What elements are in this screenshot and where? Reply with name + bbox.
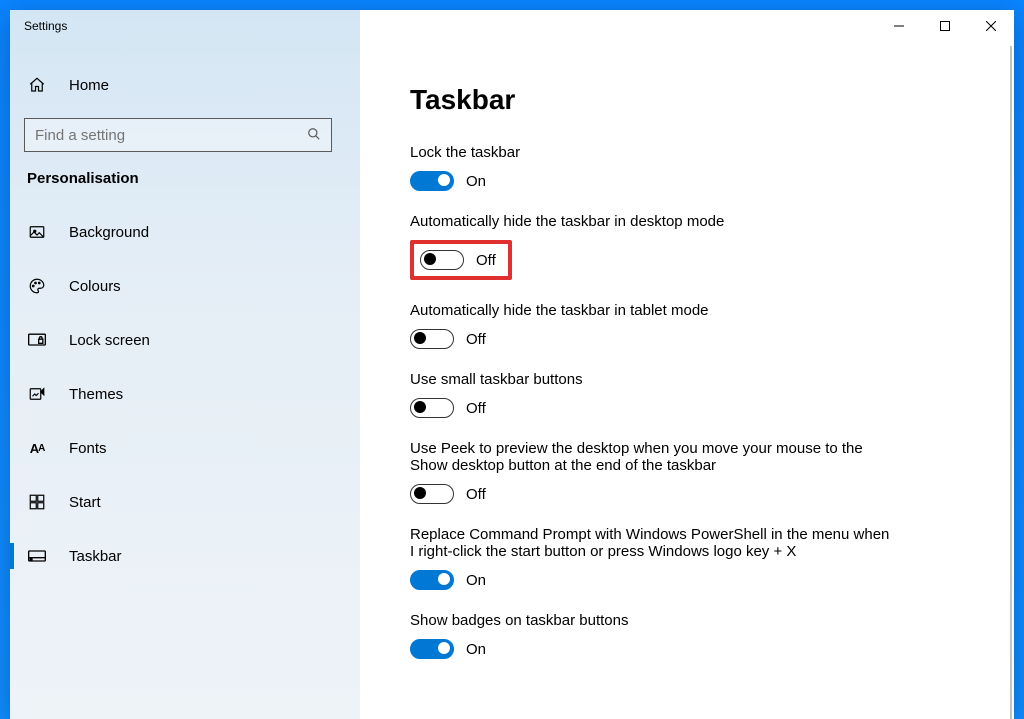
sidebar-item-fonts[interactable]: AA Fonts (22, 427, 354, 469)
sidebar-item-themes[interactable]: Themes (22, 373, 354, 415)
toggle-state: Off (466, 331, 486, 348)
titlebar: Settings (10, 10, 1014, 42)
sidebar-item-taskbar[interactable]: Taskbar (22, 535, 354, 577)
home-icon (27, 75, 47, 95)
toggle-state: Off (476, 252, 496, 269)
client-area: Home Personalisation (10, 42, 1014, 719)
close-button[interactable] (968, 10, 1014, 42)
setting-powershell: Replace Command Prompt with Windows Powe… (410, 526, 890, 590)
toggle-powershell[interactable] (410, 570, 454, 590)
sidebar: Home Personalisation (10, 42, 360, 719)
setting-small-buttons: Use small taskbar buttons Off (410, 371, 890, 418)
setting-hide-desktop: Automatically hide the taskbar in deskto… (410, 213, 890, 280)
sidebar-item-colours[interactable]: Colours (22, 265, 354, 307)
setting-hide-tablet: Automatically hide the taskbar in tablet… (410, 302, 890, 349)
sidebar-item-label: Themes (69, 386, 123, 403)
sidebar-item-start[interactable]: Start (22, 481, 354, 523)
setting-label: Lock the taskbar (410, 144, 890, 161)
nav-list: Background Colours (22, 211, 354, 577)
home-nav[interactable]: Home (22, 64, 354, 106)
sidebar-item-background[interactable]: Background (22, 211, 354, 253)
window-title: Settings (24, 19, 67, 33)
search-input[interactable] (35, 127, 307, 144)
sidebar-item-label: Start (69, 494, 101, 511)
toggle-badges[interactable] (410, 639, 454, 659)
toggle-state: On (466, 572, 486, 589)
palette-icon (27, 276, 47, 296)
main-panel: Taskbar Lock the taskbar On Automaticall… (360, 42, 1014, 719)
sidebar-item-label: Lock screen (69, 332, 150, 349)
lockscreen-icon (27, 330, 47, 350)
settings-window: Settings Home (10, 10, 1014, 719)
setting-label: Show badges on taskbar buttons (410, 612, 890, 629)
search-icon (307, 127, 323, 143)
fonts-icon: AA (27, 438, 47, 458)
page-heading: Taskbar (410, 84, 958, 116)
category-title: Personalisation (22, 170, 354, 187)
setting-badges: Show badges on taskbar buttons On (410, 612, 890, 659)
themes-icon (27, 384, 47, 404)
toggle-state: Off (466, 400, 486, 417)
toggle-state: On (466, 641, 486, 658)
toggle-hide-tablet[interactable] (410, 329, 454, 349)
window-controls (876, 10, 1014, 42)
taskbar-icon (27, 546, 47, 566)
toggle-hide-desktop[interactable] (420, 250, 464, 270)
minimize-button[interactable] (876, 10, 922, 42)
image-icon (27, 222, 47, 242)
setting-label: Automatically hide the taskbar in deskto… (410, 213, 890, 230)
sidebar-item-label: Colours (69, 278, 121, 295)
setting-peek: Use Peek to preview the desktop when you… (410, 440, 890, 504)
toggle-small-buttons[interactable] (410, 398, 454, 418)
sidebar-item-label: Taskbar (69, 548, 122, 565)
start-icon (27, 492, 47, 512)
sidebar-item-label: Fonts (69, 440, 107, 457)
sidebar-item-label: Background (69, 224, 149, 241)
sidebar-item-lock-screen[interactable]: Lock screen (22, 319, 354, 361)
setting-label: Use Peek to preview the desktop when you… (410, 440, 890, 474)
toggle-lock[interactable] (410, 171, 454, 191)
search-box[interactable] (24, 118, 332, 152)
setting-label: Automatically hide the taskbar in tablet… (410, 302, 890, 319)
toggle-state: Off (466, 486, 486, 503)
setting-label: Replace Command Prompt with Windows Powe… (410, 526, 890, 560)
setting-lock: Lock the taskbar On (410, 144, 890, 191)
annotation-highlight: Off (410, 240, 512, 280)
maximize-button[interactable] (922, 10, 968, 42)
toggle-state: On (466, 173, 486, 190)
home-label: Home (69, 77, 109, 94)
toggle-peek[interactable] (410, 484, 454, 504)
setting-label: Use small taskbar buttons (410, 371, 890, 388)
